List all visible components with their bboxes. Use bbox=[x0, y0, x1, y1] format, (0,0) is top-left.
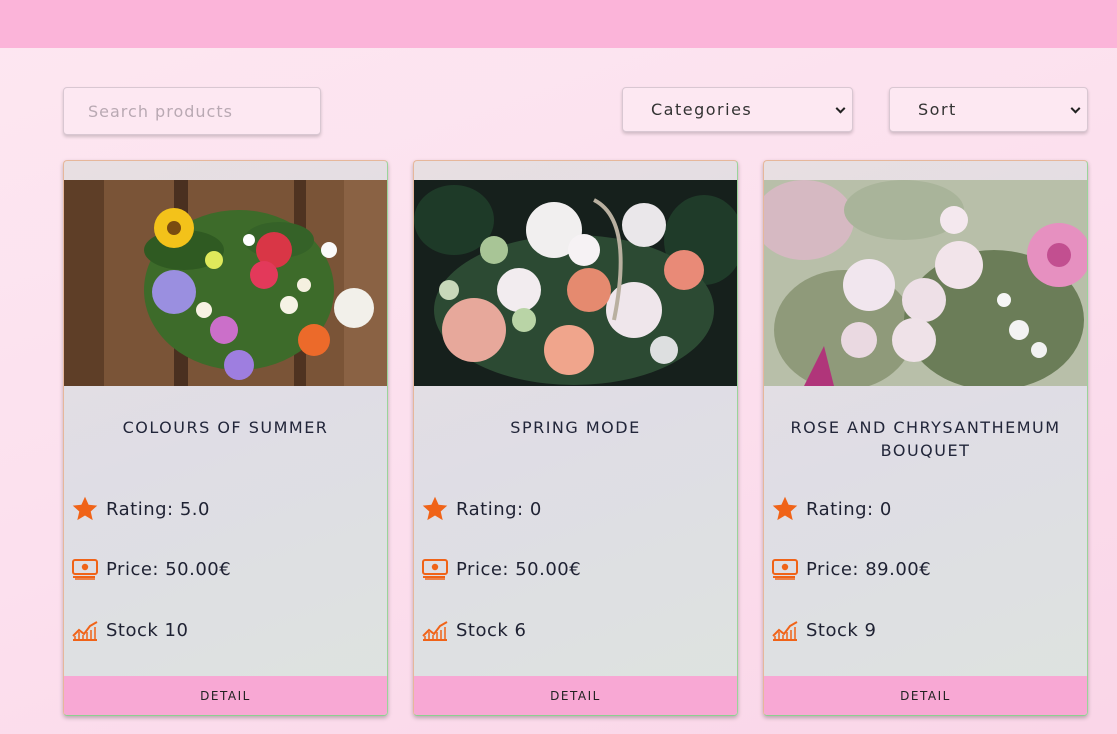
chevron-down-icon bbox=[835, 103, 846, 114]
price-text: Price: 50.00€ bbox=[106, 558, 232, 580]
star-icon bbox=[70, 494, 100, 524]
cash-icon bbox=[420, 554, 450, 584]
product-image bbox=[764, 180, 1087, 386]
sort-select-label: Sort bbox=[918, 100, 957, 119]
rating-text: Rating: 0 bbox=[806, 498, 892, 520]
top-app-bar bbox=[0, 0, 1117, 48]
product-image bbox=[414, 180, 737, 386]
product-image bbox=[64, 180, 387, 386]
cash-icon bbox=[770, 554, 800, 584]
categories-select-label: Categories bbox=[651, 100, 753, 119]
rating-text: Rating: 5.0 bbox=[106, 498, 210, 520]
product-title: Spring Mode bbox=[510, 418, 641, 437]
rating-row: Rating: 5.0 bbox=[70, 494, 210, 524]
search-input[interactable] bbox=[63, 87, 321, 135]
product-card: Colours of Summer Rating: 5.0 Price: 50.… bbox=[63, 160, 388, 716]
stock-text: Stock 10 bbox=[106, 619, 189, 641]
chart-trend-icon bbox=[770, 615, 800, 645]
price-text: Price: 89.00€ bbox=[806, 558, 932, 580]
product-title: Colours of Summer bbox=[122, 418, 329, 437]
stock-text: Stock 9 bbox=[806, 619, 877, 641]
star-icon bbox=[770, 494, 800, 524]
price-row: Price: 50.00€ bbox=[420, 554, 581, 584]
rose-bouquet-photo bbox=[764, 180, 1087, 386]
categories-select[interactable]: Categories bbox=[622, 87, 853, 132]
summer-bouquet-photo bbox=[64, 180, 387, 386]
detail-button[interactable]: Detail bbox=[64, 676, 387, 715]
chart-trend-icon bbox=[70, 615, 100, 645]
spring-bouquet-photo bbox=[414, 180, 737, 386]
product-card: Spring Mode Rating: 0 Price: 50.00€ Stoc… bbox=[413, 160, 738, 716]
stock-text: Stock 6 bbox=[456, 619, 527, 641]
cash-icon bbox=[70, 554, 100, 584]
price-row: Price: 50.00€ bbox=[70, 554, 231, 584]
stock-row: Stock 10 bbox=[70, 615, 188, 645]
chart-trend-icon bbox=[420, 615, 450, 645]
price-text: Price: 50.00€ bbox=[456, 558, 582, 580]
rating-row: Rating: 0 bbox=[420, 494, 542, 524]
price-row: Price: 89.00€ bbox=[770, 554, 931, 584]
sort-select[interactable]: Sort bbox=[889, 87, 1088, 132]
star-icon bbox=[420, 494, 450, 524]
rating-text: Rating: 0 bbox=[456, 498, 542, 520]
product-title: Rose and Chrysanthemum Bouquet bbox=[790, 418, 1061, 460]
detail-button[interactable]: Detail bbox=[764, 676, 1087, 715]
rating-row: Rating: 0 bbox=[770, 494, 892, 524]
stock-row: Stock 9 bbox=[770, 615, 877, 645]
detail-button[interactable]: Detail bbox=[414, 676, 737, 715]
product-card: Rose and Chrysanthemum Bouquet Rating: 0… bbox=[763, 160, 1088, 716]
stock-row: Stock 6 bbox=[420, 615, 527, 645]
chevron-down-icon bbox=[1070, 103, 1081, 114]
